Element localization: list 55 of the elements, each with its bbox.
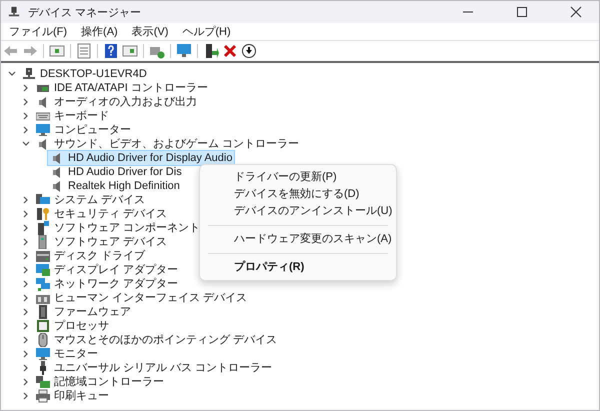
mouse-icon <box>36 333 50 347</box>
tree-item[interactable]: ユニバーサル シリアル バス コントローラー <box>33 360 276 376</box>
context-menu-item[interactable]: ドライバーの更新(P) <box>204 169 392 186</box>
monitor-icon <box>36 123 50 137</box>
computer-icon <box>8 6 20 18</box>
tree-item[interactable]: オーディオの入力および出力 <box>33 94 200 110</box>
context-menu-item[interactable]: デバイスを無効にする(D) <box>204 186 392 203</box>
menu-item[interactable]: ヘルプ(H) <box>176 24 237 39</box>
tree-item[interactable]: サウンド、ビデオ、およびゲーム コントローラー <box>33 136 302 152</box>
context-menu-item[interactable]: プロパティ(R) <box>204 259 392 276</box>
computer-icon <box>22 67 36 81</box>
tree-item[interactable]: ソフトウェア デバイス <box>33 234 170 250</box>
tree-item[interactable]: 記憶域コントローラー <box>33 374 167 390</box>
key-icon <box>36 207 50 221</box>
tree-item[interactable]: HD Audio Driver for Dis <box>47 164 185 180</box>
printer-icon <box>36 389 50 403</box>
monitor-icon[interactable] <box>176 43 192 59</box>
menu-item[interactable]: ファイル(F) <box>3 24 74 39</box>
tree-item[interactable]: DESKTOP-U1EVR4D <box>19 66 150 82</box>
firmware-icon <box>36 305 50 319</box>
properties-icon[interactable] <box>76 43 92 59</box>
tree-item[interactable]: ディスク ドライブ <box>33 248 148 264</box>
storage-icon <box>36 375 50 389</box>
tree-item[interactable]: ソフトウェア コンポーネント <box>33 220 204 236</box>
tree-item[interactable]: ディスプレイ アダプター <box>33 262 182 278</box>
tree-item[interactable]: セキュリティ デバイス <box>33 206 170 222</box>
network-icon <box>36 277 50 291</box>
display-icon <box>36 263 50 277</box>
panel-icon[interactable] <box>122 43 138 59</box>
delete-icon[interactable] <box>222 43 238 59</box>
context-menu-item[interactable]: ハードウェア変更のスキャン(A) <box>204 231 392 248</box>
monitor-icon <box>36 347 50 361</box>
window-title: デバイス マネージャー <box>28 6 142 20</box>
cpu-icon <box>36 319 50 333</box>
tree-item[interactable]: マウスとそのほかのポインティング デバイス <box>33 332 280 348</box>
tree-item[interactable]: モニター <box>33 346 101 362</box>
tree-item[interactable]: プロセッサ <box>33 318 112 334</box>
help-icon[interactable] <box>103 43 119 59</box>
tree-item[interactable]: ネットワーク アダプター <box>33 276 182 292</box>
tree-item[interactable]: IDE ATA/ATAPI コントローラー <box>33 80 211 96</box>
tree-item[interactable]: システム デバイス <box>33 192 148 208</box>
tree-item[interactable]: HD Audio Driver for Display Audio <box>47 150 236 166</box>
tree-item[interactable]: コンピューター <box>33 122 134 138</box>
download-icon[interactable] <box>241 43 257 59</box>
tree-item[interactable]: ヒューマン インターフェイス デバイス <box>33 290 250 306</box>
system-icon <box>36 193 50 207</box>
menu-item[interactable]: 表示(V) <box>126 24 174 39</box>
tree-item[interactable]: Realtek High Definition <box>47 178 183 194</box>
tree-item[interactable]: ファームウェア <box>33 304 134 320</box>
menu-item[interactable]: 操作(A) <box>75 24 124 39</box>
panel-icon[interactable] <box>49 43 65 59</box>
tree-item[interactable]: 印刷キュー <box>33 388 112 404</box>
update-driver-icon[interactable] <box>203 43 219 59</box>
context-menu-item[interactable]: デバイスのアンインストール(U) <box>204 203 392 220</box>
tree-item[interactable]: キーボード <box>33 108 112 124</box>
